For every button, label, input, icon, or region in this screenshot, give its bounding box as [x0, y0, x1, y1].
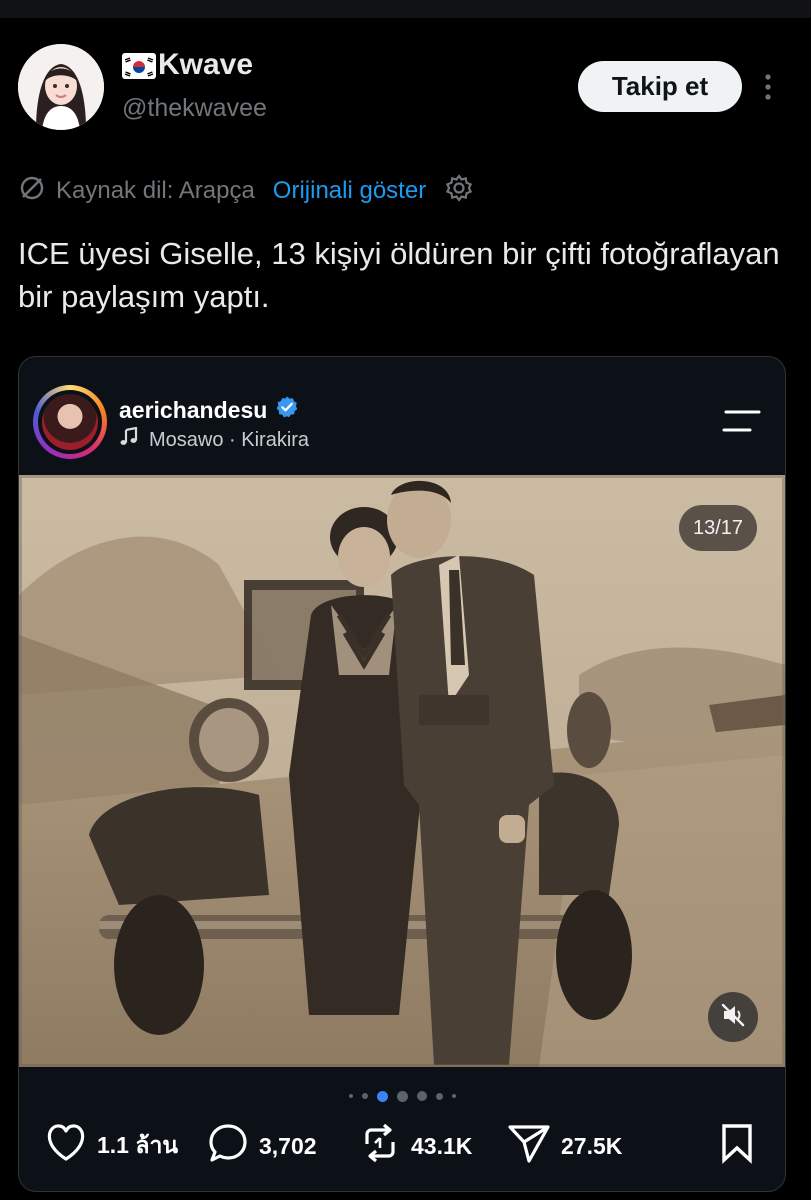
embed-avatar[interactable]	[33, 385, 107, 459]
follow-button[interactable]: Takip et	[578, 61, 742, 112]
translation-settings-icon[interactable]	[444, 173, 474, 210]
mute-toggle-button[interactable]	[708, 992, 758, 1042]
heart-icon	[45, 1123, 87, 1169]
embed-username[interactable]: aerichandesu	[119, 397, 267, 424]
muted-speaker-icon	[720, 1002, 746, 1033]
comment-button[interactable]: 3,702	[207, 1121, 317, 1171]
tweet-text: ICE üyesi Giselle, 13 kişiyi öldüren bir…	[18, 236, 780, 314]
show-original-link[interactable]: Orijinali göster	[273, 177, 426, 205]
carousel-counter: 13/17	[679, 505, 757, 551]
author-handle[interactable]: @thekwavee	[122, 94, 267, 123]
send-icon	[507, 1122, 551, 1170]
comment-icon	[207, 1122, 249, 1170]
embed-music-row[interactable]: Mosawo · Kirakira	[119, 426, 309, 453]
carousel-dot	[416, 1091, 427, 1101]
repost-button[interactable]: 43.1K	[359, 1121, 472, 1171]
save-button[interactable]	[719, 1121, 755, 1171]
post-actions-bar: 1.1 ล้าน 3,702 43.1K 27.5K	[19, 1121, 785, 1171]
embed-username-row[interactable]: aerichandesu	[119, 395, 299, 425]
post-photo[interactable]	[19, 475, 785, 1067]
comment-count: 3,702	[259, 1132, 317, 1159]
verified-badge-icon	[275, 395, 299, 425]
carousel-dot	[435, 1092, 443, 1100]
carousel-dot	[396, 1090, 408, 1102]
like-button[interactable]: 1.1 ล้าน	[45, 1121, 178, 1171]
status-bar	[0, 0, 811, 18]
carousel-dot-active	[376, 1090, 388, 1102]
carousel-dot	[348, 1094, 353, 1098]
carousel-dots	[19, 1089, 785, 1103]
embedded-post-card[interactable]: aerichandesu Mosawo · Kirakira 13/17 1.1…	[18, 356, 786, 1192]
like-count: 1.1 ล้าน	[97, 1132, 179, 1158]
repost-count: 43.1K	[411, 1132, 473, 1159]
carousel-dot	[361, 1093, 368, 1099]
bookmark-icon	[719, 1122, 755, 1170]
more-options-icon[interactable]	[757, 72, 779, 102]
source-language-label: Kaynak dil: Arapça	[56, 177, 255, 204]
author-name-row[interactable]: Kwave	[122, 48, 253, 82]
author-name[interactable]: Kwave	[158, 48, 253, 82]
carousel-dot	[451, 1094, 456, 1098]
translation-row: Kaynak dil: Arapça Orijinali göster	[18, 172, 474, 210]
south-korea-flag-icon	[122, 53, 156, 79]
embed-menu-icon[interactable]	[721, 409, 763, 433]
repost-icon	[359, 1122, 401, 1170]
share-count: 27.5K	[561, 1132, 623, 1159]
share-button[interactable]: 27.5K	[507, 1121, 622, 1171]
translate-icon	[18, 174, 46, 209]
music-note-icon	[119, 426, 139, 453]
embed-music-label[interactable]: Mosawo · Kirakira	[149, 429, 309, 452]
author-avatar[interactable]	[18, 44, 104, 130]
